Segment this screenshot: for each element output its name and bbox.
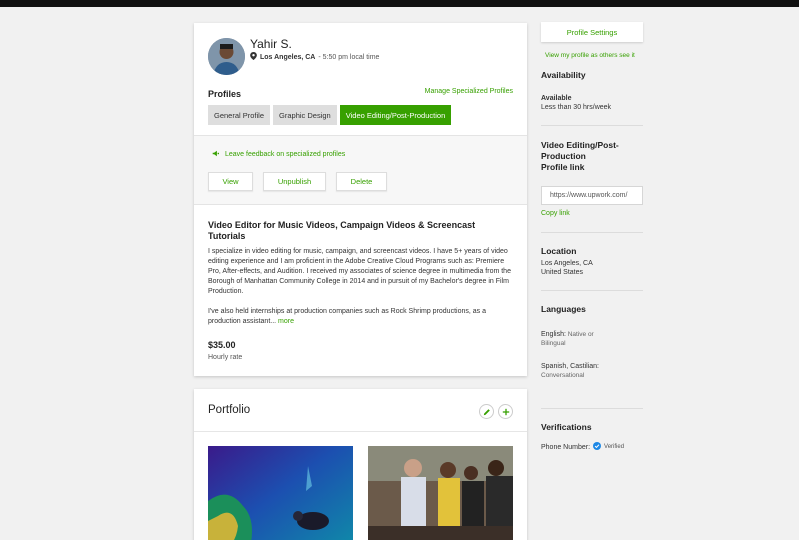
profiles-label: Profiles <box>208 89 242 99</box>
language-spanish: Spanish, Castilian: Conversational <box>541 362 599 380</box>
feedback-link[interactable]: Leave feedback on specialized profiles <box>212 150 345 159</box>
location-country: United States <box>541 269 584 276</box>
phone-number-label: Phone Number: <box>541 443 591 451</box>
edit-portfolio-button[interactable] <box>479 404 494 419</box>
location-heading: Location <box>541 246 577 256</box>
profile-link-heading-line-2: Production <box>541 151 586 161</box>
copy-link[interactable]: Copy link <box>541 210 570 217</box>
availability-hours: Less than 30 hrs/week <box>541 104 612 111</box>
description-paragraph-1: I specialize in video editing for music,… <box>208 248 511 295</box>
top-bar <box>0 0 799 7</box>
availability-heading: Availability <box>541 70 586 80</box>
hourly-rate-label: Hourly rate <box>208 354 243 361</box>
tab-general-profile[interactable]: General Profile <box>208 105 271 125</box>
pencil-icon <box>483 403 491 421</box>
location-line: Los Angeles, CA - 5:50 pm local time <box>250 52 379 62</box>
profile-link-heading: Video Editing/Post- Production Profile l… <box>541 140 619 173</box>
delete-button[interactable]: Delete <box>336 172 387 191</box>
phone-verification: Phone Number: Verified <box>541 442 624 452</box>
more-link[interactable]: more <box>278 318 294 325</box>
tab-video-editing[interactable]: Video Editing/Post-Production <box>339 105 452 125</box>
profile-description: I specialize in video editing for music,… <box>208 247 513 327</box>
avatar[interactable] <box>208 38 245 75</box>
sidebar-divider <box>541 125 643 126</box>
language-english: English: Native or Bilingual <box>541 330 594 348</box>
languages-heading: Languages <box>541 304 586 314</box>
profile-url-field[interactable]: https://www.upwork.com/ <box>541 186 643 205</box>
hourly-rate: $35.00 <box>208 340 236 350</box>
profile-settings-button[interactable]: Profile Settings <box>541 22 643 42</box>
verified-check-icon <box>593 442 602 452</box>
location-pin-icon <box>250 52 257 62</box>
verified-label: Verified <box>604 444 625 450</box>
unpublish-button[interactable]: Unpublish <box>263 172 326 191</box>
tab-graphic-design[interactable]: Graphic Design <box>273 105 337 125</box>
portfolio-thumbnail-underwater[interactable] <box>208 446 353 540</box>
language-spanish-name: Spanish, Castilian: <box>541 363 599 370</box>
freelancer-name: Yahir S. <box>250 37 292 51</box>
profile-link-heading-line-1: Video Editing/Post- <box>541 140 619 150</box>
portfolio-title: Portfolio <box>208 404 251 416</box>
sidebar-divider <box>541 290 643 291</box>
language-spanish-level: Conversational <box>541 372 585 379</box>
manage-specialized-profiles-link[interactable]: Manage Specialized Profiles <box>425 88 513 95</box>
portfolio-card: Portfolio <box>194 389 527 540</box>
sidebar-divider <box>541 408 643 409</box>
view-button[interactable]: View <box>208 172 253 191</box>
add-portfolio-button[interactable] <box>498 404 513 419</box>
location-city-text: Los Angeles, CA <box>541 260 593 267</box>
profile-card: Yahir S. Los Angeles, CA - 5:50 pm local… <box>194 23 527 376</box>
feedback-link-label: Leave feedback on specialized profiles <box>225 151 346 158</box>
portfolio-thumbnail-group-photo[interactable] <box>368 446 513 540</box>
local-time: - 5:50 pm local time <box>318 53 380 61</box>
description-paragraph-2: I've also held internships at production… <box>208 307 513 327</box>
language-english-level: Native or <box>565 331 594 338</box>
profile-tabs: General Profile Graphic Design Video Edi… <box>208 105 452 125</box>
availability-status: Available <box>541 95 572 102</box>
profile-link-heading-line-3: Profile link <box>541 162 585 172</box>
action-buttons: View Unpublish Delete <box>208 172 387 191</box>
feedback-megaphone-icon <box>212 150 219 159</box>
profile-actions-section: Leave feedback on specialized profiles V… <box>194 135 527 205</box>
view-as-others-link[interactable]: View my profile as others see it <box>545 52 635 59</box>
language-english-name: English: <box>541 331 566 338</box>
language-english-level-cont: Bilingual <box>541 340 566 347</box>
location-city: Los Angeles, CA <box>260 53 316 61</box>
plus-icon <box>502 403 510 421</box>
portfolio-divider <box>194 431 527 432</box>
profile-title: Video Editor for Music Videos, Campaign … <box>208 220 476 241</box>
sidebar-divider <box>541 232 643 233</box>
description-paragraph-2-text: I've also held internships at production… <box>208 308 486 325</box>
verifications-heading: Verifications <box>541 422 592 432</box>
